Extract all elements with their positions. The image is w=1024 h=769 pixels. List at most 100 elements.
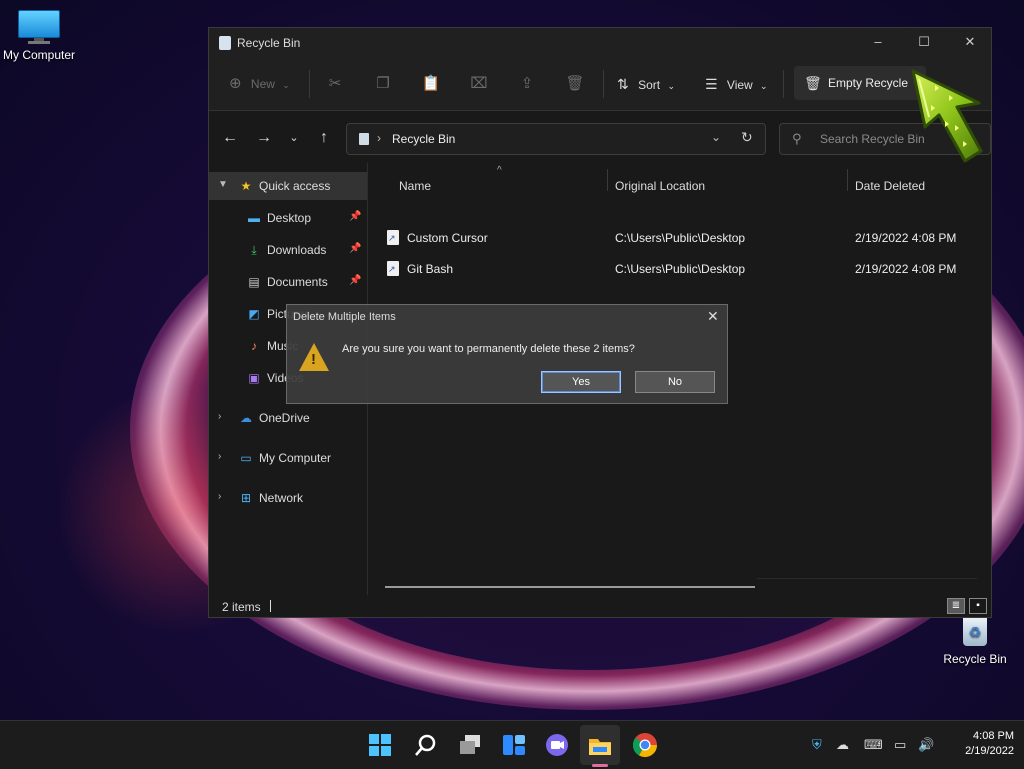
copy-icon[interactable]: ❐ bbox=[371, 72, 395, 96]
details-view-toggle-icon[interactable]: ≣ bbox=[947, 598, 965, 614]
dialog-title: Delete Multiple Items bbox=[293, 311, 396, 323]
column-divider[interactable] bbox=[607, 169, 608, 191]
nav-item-label: Desktop bbox=[267, 211, 312, 225]
back-arrow-icon[interactable]: ← bbox=[217, 125, 243, 151]
chevron-down-icon[interactable]: ⌄ bbox=[711, 130, 721, 144]
separator bbox=[783, 70, 784, 98]
new-label: New bbox=[250, 77, 275, 91]
display-icon[interactable]: ▭ bbox=[894, 737, 906, 753]
desktop-icon-label: My Computer bbox=[2, 48, 76, 62]
volume-icon[interactable]: 🔊 bbox=[918, 737, 934, 753]
delete-icon[interactable]: 🗑 bbox=[563, 72, 587, 96]
chevron-down-icon: ⌄ bbox=[282, 80, 290, 90]
up-arrow-icon[interactable]: ↑ bbox=[311, 125, 337, 151]
videos-icon: ▣ bbox=[248, 371, 260, 385]
navigation-bar: ← → ⌄ ↑ › Recycle Bin ⌄ ↻ ⚲ Search Recyc… bbox=[209, 111, 991, 163]
warning-exclamation-icon: ! bbox=[311, 351, 316, 368]
cactus-cursor-icon bbox=[911, 69, 983, 163]
yes-button[interactable]: Yes bbox=[541, 371, 621, 393]
nav-item-my-computer[interactable]: › ▭ My Computer bbox=[209, 444, 367, 472]
scroll-track bbox=[757, 578, 977, 579]
expand-chevron-icon[interactable]: › bbox=[218, 451, 221, 462]
document-icon: ▤ bbox=[248, 275, 260, 289]
sort-button[interactable]: ⇅ Sort ⌄ bbox=[617, 72, 675, 96]
new-button[interactable]: ⊕ New ⌄ bbox=[229, 72, 290, 96]
file-location: C:\Users\Public\Desktop bbox=[615, 262, 746, 276]
nav-item-downloads[interactable]: ⤓ Downloads 📌 bbox=[209, 236, 367, 264]
monitor-icon bbox=[18, 10, 60, 44]
view-button[interactable]: ☰ View ⌄ bbox=[705, 72, 768, 96]
pin-icon[interactable]: 📌 bbox=[349, 275, 361, 286]
column-header-name[interactable]: Name bbox=[399, 179, 431, 193]
taskbar-clock[interactable]: 4:08 PM 2/19/2022 bbox=[940, 729, 1014, 759]
view-icon: ☰ bbox=[705, 76, 718, 92]
sort-icon: ⇅ bbox=[617, 76, 629, 92]
refresh-icon[interactable]: ↻ bbox=[741, 129, 753, 146]
breadcrumb[interactable]: Recycle Bin bbox=[392, 132, 455, 146]
column-header-original-location[interactable]: Original Location bbox=[615, 179, 705, 193]
close-icon[interactable]: ✕ bbox=[707, 308, 719, 325]
nav-item-onedrive[interactable]: › ☁ OneDrive bbox=[209, 404, 367, 432]
active-app-indicator bbox=[592, 764, 608, 767]
desktop-icon-label: Recycle Bin bbox=[943, 652, 1007, 666]
share-icon[interactable]: ⇪ bbox=[515, 72, 539, 96]
nav-item-label: Documents bbox=[267, 275, 328, 289]
pin-icon[interactable]: 📌 bbox=[349, 243, 361, 254]
nav-item-network[interactable]: › ⊞ Network bbox=[209, 484, 367, 512]
desktop-folder-icon: ▬ bbox=[248, 211, 260, 225]
expand-chevron-icon[interactable]: › bbox=[218, 491, 221, 502]
clock-date: 2/19/2022 bbox=[965, 745, 1014, 757]
nav-item-documents[interactable]: ▤ Documents 📌 bbox=[209, 268, 367, 296]
no-button[interactable]: No bbox=[635, 371, 715, 393]
paste-icon[interactable]: 📋 bbox=[419, 72, 443, 96]
file-name: Custom Cursor bbox=[407, 231, 488, 245]
desktop-icon-recycle-bin[interactable]: ♻ Recycle Bin bbox=[930, 612, 1020, 666]
large-icons-view-toggle-icon[interactable]: ▪ bbox=[969, 598, 987, 614]
network-disconnected-icon[interactable]: ☁ bbox=[836, 737, 849, 753]
cut-icon[interactable]: ✂ bbox=[323, 72, 347, 96]
star-icon: ★ bbox=[240, 179, 252, 193]
command-bar: ⊕ New ⌄ ✂ ❐ 📋 ⌧ ⇪ 🗑 ⇅ Sort ⌄ ☰ View ⌄ 🗑 … bbox=[209, 58, 991, 111]
sort-ascending-icon: ^ bbox=[497, 165, 502, 176]
taskbar: ⛨ ☁ ⌨ ▭ 🔊 4:08 PM 2/19/2022 bbox=[0, 720, 1024, 769]
nav-item-label: Quick access bbox=[259, 179, 331, 193]
teams-chat-icon[interactable] bbox=[543, 731, 571, 759]
widgets-icon[interactable] bbox=[500, 731, 528, 759]
expand-chevron-icon[interactable]: › bbox=[218, 411, 221, 422]
chrome-icon[interactable] bbox=[631, 731, 659, 759]
rename-icon[interactable]: ⌧ bbox=[467, 72, 491, 96]
plus-icon: ⊕ bbox=[229, 75, 242, 92]
item-count: 2 items bbox=[222, 600, 261, 614]
keyboard-icon[interactable]: ⌨ bbox=[864, 737, 883, 753]
close-button[interactable]: ✕ bbox=[947, 28, 993, 58]
minimize-button[interactable]: – bbox=[855, 28, 901, 58]
nav-item-quick-access[interactable]: ▼ ★ Quick access bbox=[209, 172, 367, 200]
table-row[interactable]: Custom Cursor C:\Users\Public\Desktop 2/… bbox=[383, 224, 983, 252]
security-shield-icon[interactable]: ⛨ bbox=[812, 737, 822, 753]
start-windows-icon[interactable] bbox=[366, 731, 394, 759]
nav-item-label: Network bbox=[259, 491, 304, 505]
horizontal-scrollbar[interactable] bbox=[385, 586, 755, 588]
window-title: Recycle Bin bbox=[237, 36, 301, 50]
pin-icon[interactable]: 📌 bbox=[349, 211, 361, 222]
maximize-button[interactable]: ☐ bbox=[901, 28, 947, 58]
recent-locations-chevron-icon[interactable]: ⌄ bbox=[281, 125, 307, 151]
file-explorer-icon[interactable] bbox=[586, 731, 614, 759]
task-view-icon[interactable] bbox=[456, 731, 484, 759]
title-bar[interactable]: Recycle Bin – ☐ ✕ bbox=[209, 28, 991, 58]
forward-arrow-icon[interactable]: → bbox=[251, 125, 277, 151]
desktop-icon-my-computer[interactable]: My Computer bbox=[0, 10, 84, 62]
cloud-icon: ☁ bbox=[240, 411, 252, 425]
separator bbox=[309, 70, 310, 98]
nav-item-desktop[interactable]: ▬ Desktop 📌 bbox=[209, 204, 367, 232]
network-icon: ⊞ bbox=[240, 491, 252, 505]
status-divider bbox=[270, 600, 271, 612]
column-divider[interactable] bbox=[847, 169, 848, 191]
status-bar: 2 items ≣ ▪ bbox=[209, 595, 991, 617]
shortcut-file-icon bbox=[387, 261, 399, 276]
expand-chevron-icon[interactable]: ▼ bbox=[218, 179, 228, 190]
table-row[interactable]: Git Bash C:\Users\Public\Desktop 2/19/20… bbox=[383, 255, 983, 283]
search-icon[interactable] bbox=[412, 731, 440, 759]
trash-icon: 🗑 bbox=[804, 75, 822, 91]
address-bar[interactable]: › Recycle Bin ⌄ ↻ bbox=[346, 123, 766, 155]
